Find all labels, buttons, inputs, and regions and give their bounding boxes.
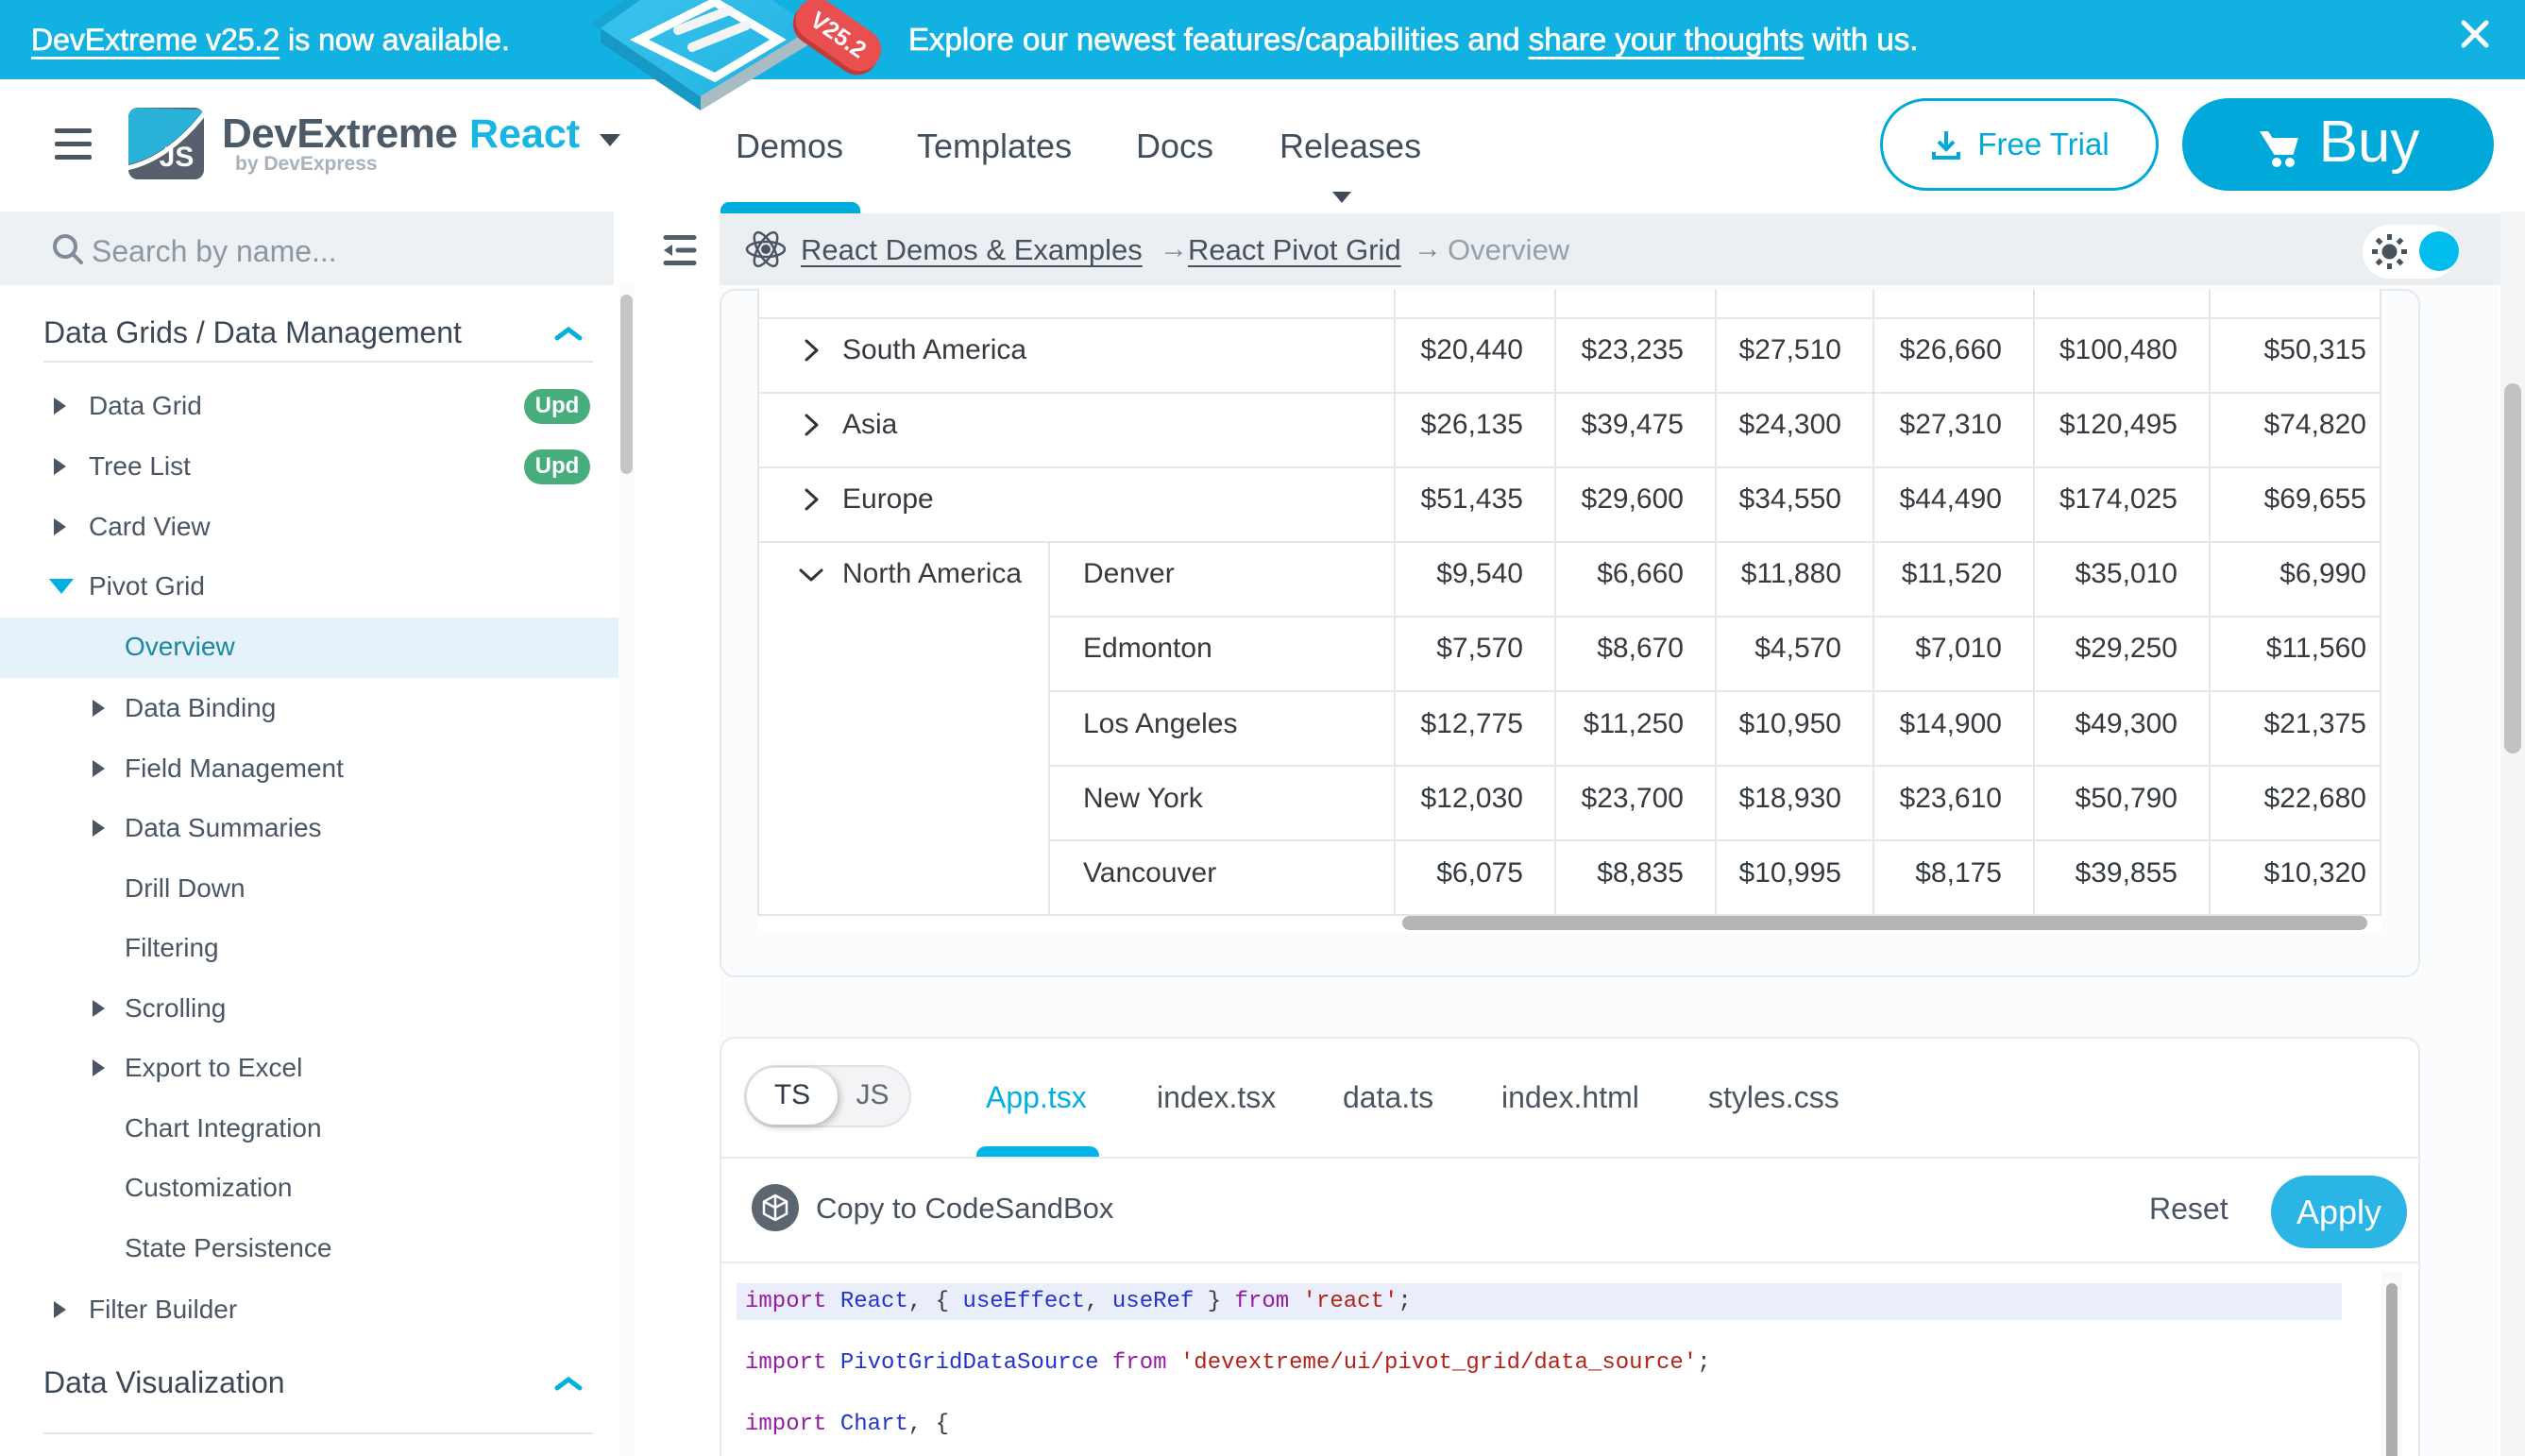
svg-text:JS: JS <box>160 142 195 173</box>
